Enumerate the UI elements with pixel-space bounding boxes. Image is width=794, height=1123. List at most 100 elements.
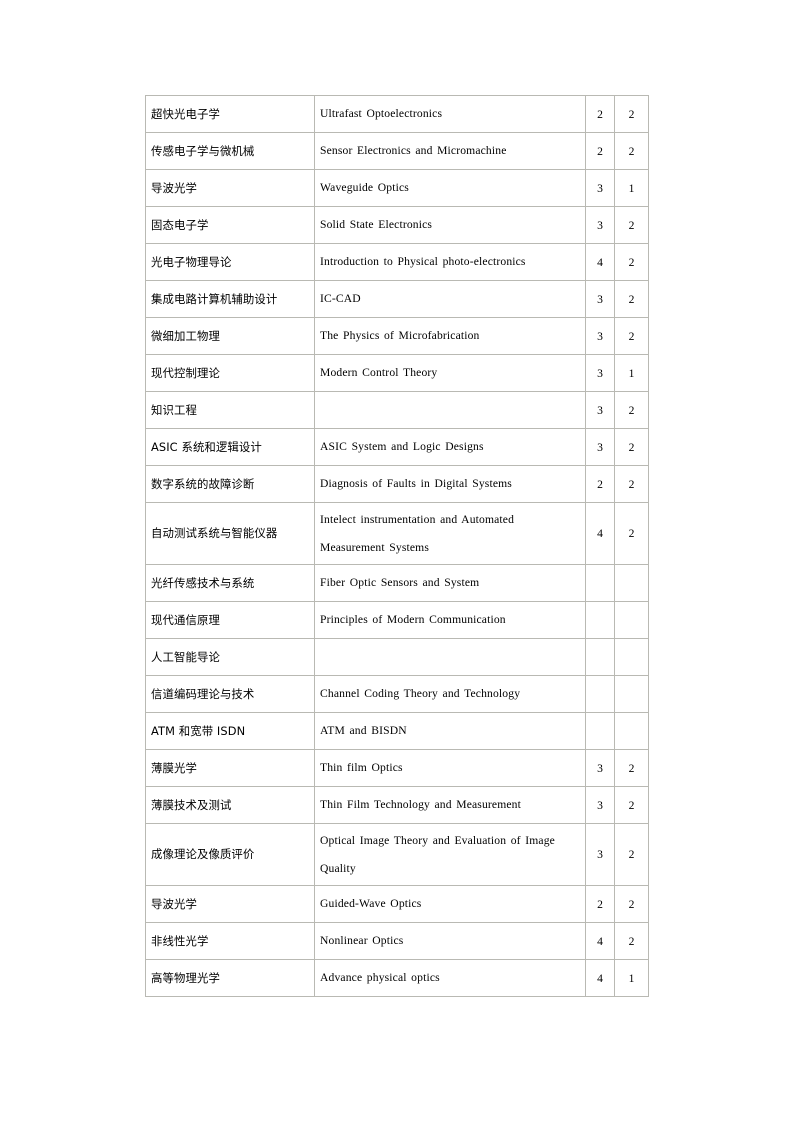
table-row: 数字系统的故障诊断 Diagnosis of Faults in Digital … [145,465,649,503]
table-row: 信道编码理论与技术 Channel Coding Theory and Techn… [145,675,649,713]
course-name-english: Ultrafast Optoelectronics [314,95,586,133]
course-semester: 2 [614,243,649,281]
course-name-english: Guided-Wave Optics [314,885,586,923]
table-row: 现代控制理论 Modern Control Theory 3 1 [145,354,649,392]
course-table: 超快光电子学 Ultrafast Optoelectronics 2 2 传感电子学与微… [145,95,649,997]
table-row: 固态电子学 Solid State Electronics 3 2 [145,206,649,244]
table-row: 集成电路计算机辅助设计 IC-CAD 3 2 [145,280,649,318]
course-name-chinese: 薄膜技术及测试 [145,786,315,824]
course-table-body: 超快光电子学 Ultrafast Optoelectronics 2 2 传感电子学与微… [145,95,649,997]
table-row: 光纤传感技术与系统 Fiber Optic Sensors and System [145,564,649,602]
course-credits: 2 [585,465,615,503]
course-name-english: Introduction to Physical photo-electroni… [314,243,586,281]
course-credits [585,564,615,602]
course-semester: 2 [614,95,649,133]
course-semester: 1 [614,169,649,207]
course-name-english: The Physics of Microfabrication [314,317,586,355]
course-name-chinese: 集成电路计算机辅助设计 [145,280,315,318]
course-name-english: Solid State Electronics [314,206,586,244]
course-name-chinese: 固态电子学 [145,206,315,244]
course-name-english: ASIC System and Logic Designs [314,428,586,466]
course-name-chinese: 现代通信原理 [145,601,315,639]
course-credits: 2 [585,95,615,133]
course-name-english: Optical Image Theory and Evaluation of I… [314,823,586,886]
course-name-chinese: 导波光学 [145,885,315,923]
course-name-english: Intelect instrumentation and Automated M… [314,502,586,565]
course-credits: 2 [585,885,615,923]
table-row: 成像理论及像质评价 Optical Image Theory and Evalua… [145,823,649,886]
course-semester: 2 [614,317,649,355]
course-name-english: Nonlinear Optics [314,922,586,960]
course-name-chinese: 知识工程 [145,391,315,429]
table-row: 导波光学 Guided-Wave Optics 2 2 [145,885,649,923]
course-credits [585,638,615,676]
course-name-chinese: 非线性光学 [145,922,315,960]
course-credits: 2 [585,132,615,170]
course-semester [614,675,649,713]
course-name-chinese: 薄膜光学 [145,749,315,787]
course-semester: 1 [614,959,649,997]
table-row: 知识工程 3 2 [145,391,649,429]
document-page: 超快光电子学 Ultrafast Optoelectronics 2 2 传感电子学与微… [0,0,794,1123]
course-semester [614,638,649,676]
course-name-chinese: ATM 和宽带 ISDN [145,712,315,750]
course-credits: 4 [585,959,615,997]
course-table-container: 超快光电子学 Ultrafast Optoelectronics 2 2 传感电子学与微… [145,95,649,997]
course-credits: 3 [585,354,615,392]
course-semester: 1 [614,354,649,392]
course-name-english: Thin Film Technology and Measurement [314,786,586,824]
course-name-chinese: 自动测试系统与智能仪器 [145,502,315,565]
table-row: ASIC 系统和逻辑设计 ASIC System and Logic Design… [145,428,649,466]
course-name-chinese: 光纤传感技术与系统 [145,564,315,602]
course-semester: 2 [614,132,649,170]
table-row: 非线性光学 Nonlinear Optics 4 2 [145,922,649,960]
table-row: 传感电子学与微机械 Sensor Electronics and Micromac… [145,132,649,170]
course-name-chinese: 信道编码理论与技术 [145,675,315,713]
course-credits: 4 [585,922,615,960]
course-credits: 3 [585,317,615,355]
course-name-english: IC-CAD [314,280,586,318]
course-credits [585,675,615,713]
course-semester: 2 [614,428,649,466]
course-name-english: Waveguide Optics [314,169,586,207]
course-name-chinese: 导波光学 [145,169,315,207]
course-credits: 3 [585,206,615,244]
course-credits: 3 [585,786,615,824]
course-semester: 2 [614,465,649,503]
course-credits: 4 [585,502,615,565]
table-row: 人工智能导论 [145,638,649,676]
course-name-english: Sensor Electronics and Micromachine [314,132,586,170]
course-credits: 4 [585,243,615,281]
course-semester: 2 [614,391,649,429]
course-credits: 3 [585,428,615,466]
course-name-chinese: 成像理论及像质评价 [145,823,315,886]
course-credits: 3 [585,391,615,429]
course-credits: 3 [585,823,615,886]
course-semester [614,601,649,639]
course-name-english: Fiber Optic Sensors and System [314,564,586,602]
table-row: 微细加工物理 The Physics of Microfabrication 3 2 [145,317,649,355]
course-semester: 2 [614,922,649,960]
course-semester [614,564,649,602]
table-row: 光电子物理导论 Introduction to Physical photo-el… [145,243,649,281]
course-name-english: ATM and BISDN [314,712,586,750]
course-name-chinese: 高等物理光学 [145,959,315,997]
course-semester: 2 [614,749,649,787]
course-semester [614,712,649,750]
table-row: ATM 和宽带 ISDN ATM and BISDN [145,712,649,750]
course-name-english: Channel Coding Theory and Technology [314,675,586,713]
course-name-english: Modern Control Theory [314,354,586,392]
course-credits [585,601,615,639]
course-name-chinese: 数字系统的故障诊断 [145,465,315,503]
course-name-chinese: 微细加工物理 [145,317,315,355]
course-name-english: Principles of Modern Communication [314,601,586,639]
course-name-chinese: 现代控制理论 [145,354,315,392]
table-row: 自动测试系统与智能仪器 Intelect instrumentation and … [145,502,649,565]
course-semester: 2 [614,502,649,565]
course-name-chinese: 超快光电子学 [145,95,315,133]
course-name-english: Thin film Optics [314,749,586,787]
course-name-english: Diagnosis of Faults in Digital Systems [314,465,586,503]
course-semester: 2 [614,885,649,923]
course-name-chinese: 光电子物理导论 [145,243,315,281]
table-row: 导波光学 Waveguide Optics 3 1 [145,169,649,207]
